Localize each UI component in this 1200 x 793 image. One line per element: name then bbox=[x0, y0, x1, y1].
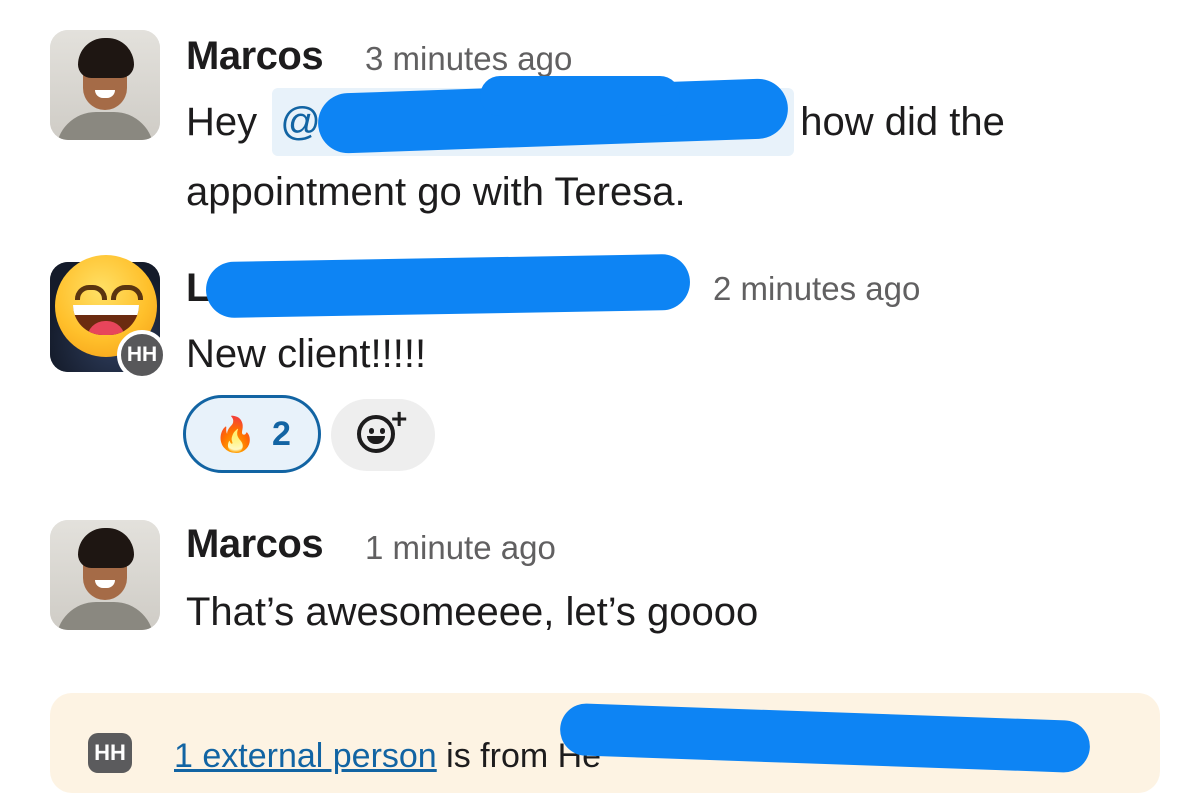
external-person-link[interactable]: 1 external person bbox=[174, 737, 437, 775]
add-reaction-button[interactable]: + bbox=[331, 399, 435, 471]
message-text: New client!!!!! bbox=[186, 332, 427, 376]
message-text-line2: appointment go with Teresa. bbox=[186, 170, 686, 214]
timestamp[interactable]: 2 minutes ago bbox=[713, 270, 920, 308]
smiley-plus-icon bbox=[357, 415, 395, 453]
author-name[interactable]: Marcos bbox=[186, 522, 324, 567]
message-text-start: Hey bbox=[186, 100, 258, 144]
timestamp[interactable]: 3 minutes ago bbox=[365, 40, 572, 78]
mention-prefix: @ bbox=[280, 100, 321, 144]
message-text: That’s awesomeeee, let’s goooo bbox=[186, 590, 759, 634]
avatar[interactable] bbox=[50, 30, 160, 140]
reaction-fire[interactable]: 🔥 2 bbox=[183, 395, 321, 473]
org-badge: HH bbox=[117, 330, 167, 380]
redaction-mark bbox=[480, 76, 680, 116]
reaction-count: 2 bbox=[272, 415, 291, 453]
redaction-mark bbox=[205, 253, 691, 319]
message-text-end: how did the bbox=[800, 100, 1005, 144]
avatar[interactable] bbox=[50, 520, 160, 630]
author-name[interactable]: Marcos bbox=[186, 34, 324, 79]
banner-text: 1 external person is from He bbox=[174, 737, 601, 776]
fire-icon: 🔥 bbox=[214, 416, 257, 454]
org-badge: HH bbox=[88, 733, 132, 773]
plus-icon: + bbox=[391, 403, 408, 434]
timestamp[interactable]: 1 minute ago bbox=[365, 529, 556, 567]
